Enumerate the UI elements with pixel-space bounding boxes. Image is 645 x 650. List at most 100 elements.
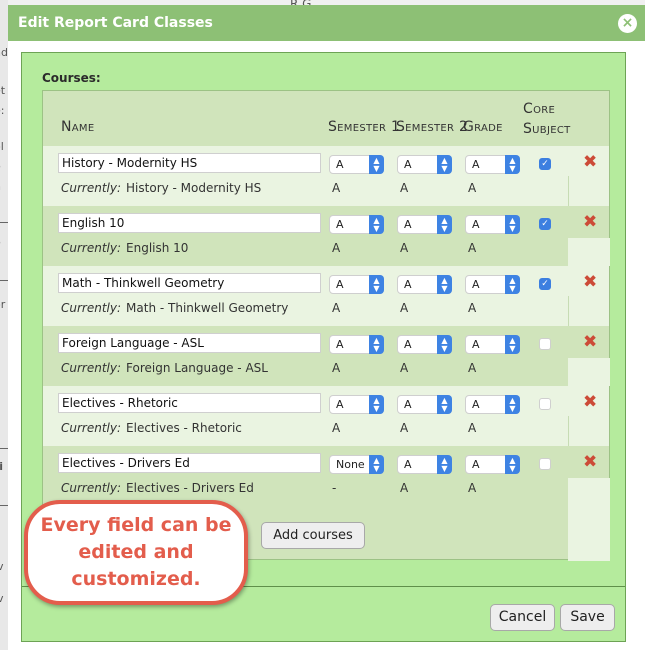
select-arrows-icon: ▲ ▼: [369, 275, 384, 294]
current-name-value: Electives - Rhetoric: [126, 421, 242, 435]
cell-divider: [568, 176, 569, 206]
current-name-value: History - Modernity HS: [126, 181, 262, 195]
cell-background: [568, 238, 610, 266]
semester2-value: A: [404, 458, 412, 471]
course-name-input[interactable]: [58, 153, 321, 173]
semester1-select[interactable]: A ▲ ▼: [329, 155, 384, 174]
current-grade: A: [468, 241, 477, 255]
core-subject-checkbox[interactable]: ✓: [539, 278, 551, 290]
semester2-value: A: [404, 218, 412, 231]
current-grade: A: [468, 421, 477, 435]
table-row: A ▲▼ A ▲▼ A ▲▼ ✓ ✖ Currently: History - Modernity…: [43, 146, 609, 206]
close-icon[interactable]: ×: [618, 14, 637, 33]
semester1-value: A: [336, 158, 344, 171]
core-subject-checkbox[interactable]: [539, 338, 551, 350]
cell-background: [568, 478, 610, 506]
current-course-name: Currently: Electives - Rhetoric: [61, 421, 242, 435]
currently-label: Currently:: [61, 481, 122, 495]
course-name-input[interactable]: [58, 333, 321, 353]
currently-label: Currently:: [61, 241, 122, 255]
delete-course-icon[interactable]: ✖: [583, 212, 597, 232]
current-course-name: Currently: History - Modernity HS: [61, 181, 261, 195]
grade-select[interactable]: A ▲ ▼: [465, 335, 520, 354]
current-name-value: Electives - Drivers Ed: [126, 481, 254, 495]
core-header-line2: Subject: [523, 121, 571, 137]
bg-divider: [0, 280, 8, 281]
current-name-value: Math - Thinkwell Geometry: [126, 301, 289, 315]
semester1-select[interactable]: A ▲ ▼: [329, 275, 384, 294]
check-icon: ✓: [541, 279, 549, 289]
delete-course-icon[interactable]: ✖: [583, 272, 597, 292]
column-header-grade: Grade: [463, 119, 503, 135]
callout-line3: customized.: [71, 568, 201, 590]
cancel-button[interactable]: Cancel: [490, 604, 555, 631]
semester2-value: A: [404, 278, 412, 291]
course-name-input[interactable]: [58, 393, 321, 413]
select-arrows-icon: ▲ ▼: [505, 215, 520, 234]
semester1-value: A: [336, 218, 344, 231]
bg-text: or: [0, 298, 6, 311]
delete-course-icon[interactable]: ✖: [583, 332, 597, 352]
currently-label: Currently:: [61, 421, 122, 435]
select-arrows-icon: ▲ ▼: [437, 215, 452, 234]
column-header-core-subject: Core Subject: [523, 99, 571, 139]
semester2-select[interactable]: A ▲ ▼: [397, 455, 452, 474]
bg-text: nd: [0, 46, 8, 59]
column-header-name: Name: [61, 119, 95, 135]
bg-text: n: [0, 180, 1, 193]
grade-value: A: [472, 458, 480, 471]
current-semester2: A: [400, 301, 409, 315]
core-header-line1: Core: [523, 101, 556, 117]
cell-divider: [568, 296, 569, 326]
delete-course-icon[interactable]: ✖: [583, 392, 597, 412]
core-subject-checkbox[interactable]: ✓: [539, 158, 551, 170]
core-subject-checkbox[interactable]: ✓: [539, 218, 551, 230]
select-arrows-icon: ▲ ▼: [437, 155, 452, 174]
semester1-value: A: [336, 338, 344, 351]
core-subject-checkbox[interactable]: [539, 458, 551, 470]
current-semester1: A: [332, 421, 341, 435]
semester1-select[interactable]: A ▲ ▼: [329, 335, 384, 354]
delete-course-icon[interactable]: ✖: [583, 452, 597, 472]
current-semester2: A: [400, 481, 409, 495]
semester1-select[interactable]: None ▲ ▼: [329, 455, 384, 474]
grade-select[interactable]: A ▲ ▼: [465, 275, 520, 294]
semester2-select[interactable]: A ▲ ▼: [397, 275, 452, 294]
course-name-input[interactable]: [58, 453, 321, 473]
grade-select[interactable]: A ▲ ▼: [465, 395, 520, 414]
semester1-select[interactable]: A ▲ ▼: [329, 395, 384, 414]
grade-select[interactable]: A ▲ ▼: [465, 215, 520, 234]
grade-select[interactable]: A ▲ ▼: [465, 155, 520, 174]
semester2-value: A: [404, 158, 412, 171]
semester1-select[interactable]: A ▲ ▼: [329, 215, 384, 234]
background-sidebar: nd l et e: ol e n e or s ti g iv iv: [0, 0, 8, 650]
bg-text: et: [0, 84, 6, 97]
column-header-semester1: Semester 1: [328, 119, 401, 135]
column-header-semester2: Semester 2: [396, 119, 469, 135]
semester2-select[interactable]: A ▲ ▼: [397, 215, 452, 234]
current-course-name: Currently: Math - Thinkwell Geometry: [61, 301, 288, 315]
current-semester1: A: [332, 361, 341, 375]
save-button[interactable]: Save: [560, 604, 615, 631]
current-course-name: Currently: Electives - Drivers Ed: [61, 481, 254, 495]
table-row: A ▲▼ A ▲▼ A ▲▼ ✓ ✖ Currently: Math - Thinkwell Ge…: [43, 266, 609, 326]
bg-text: ol: [0, 140, 4, 153]
semester2-select[interactable]: A ▲ ▼: [397, 395, 452, 414]
delete-course-icon[interactable]: ✖: [583, 152, 597, 172]
grade-value: A: [472, 218, 480, 231]
semester2-select[interactable]: A ▲ ▼: [397, 335, 452, 354]
semester2-select[interactable]: A ▲ ▼: [397, 155, 452, 174]
semester1-value: A: [336, 398, 344, 411]
current-course-name: Currently: Foreign Language - ASL: [61, 361, 268, 375]
add-courses-button[interactable]: Add courses: [261, 522, 365, 549]
select-arrows-icon: ▲ ▼: [505, 335, 520, 354]
table-row: A ▲▼ A ▲▼ A ▲▼ ✖ Currently: Foreign Language - A…: [43, 326, 610, 386]
current-semester1: A: [332, 301, 341, 315]
grade-select[interactable]: A ▲ ▼: [465, 455, 520, 474]
bg-text: iv: [0, 560, 4, 573]
core-subject-checkbox[interactable]: [539, 398, 551, 410]
course-name-input[interactable]: [58, 273, 321, 293]
current-semester1: A: [332, 181, 341, 195]
current-semester2: A: [400, 241, 409, 255]
course-name-input[interactable]: [58, 213, 321, 233]
